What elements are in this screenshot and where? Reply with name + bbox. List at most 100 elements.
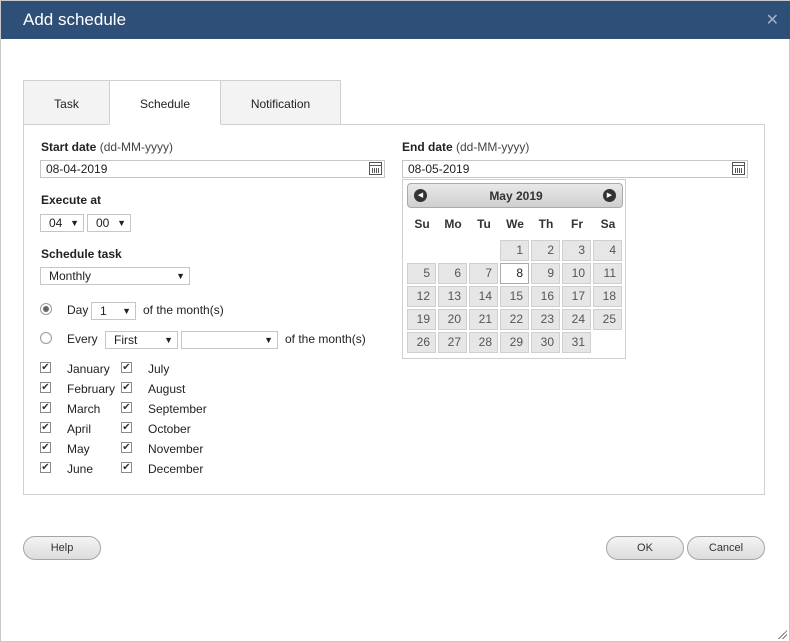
calendar-day[interactable]: 15: [500, 286, 529, 307]
month-checkbox-april[interactable]: [40, 422, 51, 433]
calendar-day[interactable]: 30: [531, 332, 560, 353]
start-date-field[interactable]: 08-04-2019: [40, 160, 385, 178]
calendar-day[interactable]: 26: [407, 332, 436, 353]
calendar-day[interactable]: 6: [438, 263, 467, 284]
tab-task[interactable]: Task: [23, 80, 110, 125]
day-of-month-suffix: of the month(s): [143, 303, 224, 317]
month-checkbox-may[interactable]: [40, 442, 51, 453]
ok-button[interactable]: OK: [606, 536, 684, 560]
execute-at-label: Execute at: [41, 193, 101, 207]
end-date-label: End date (dd-MM-yyyy): [402, 140, 529, 154]
calendar-day[interactable]: 7: [469, 263, 498, 284]
month-label-september: September: [148, 402, 207, 416]
calendar-day[interactable]: 3: [562, 240, 591, 261]
calendar-day[interactable]: 25: [593, 309, 622, 330]
chevron-down-icon: ▼: [176, 271, 185, 281]
month-label-march: March: [67, 402, 101, 416]
calendar-day[interactable]: 5: [407, 263, 436, 284]
weekday-header: Tu: [477, 217, 491, 231]
month-checkbox-july[interactable]: [121, 362, 132, 373]
hour-select[interactable]: 04 ▼: [40, 214, 84, 232]
date-picker-popup: May 2019 ◀ ▶ Su Mo Tu We Th Fr Sa 1 2 3 4 5 6 7 8 9 10 11…: [402, 179, 626, 359]
chevron-down-icon: ▼: [70, 218, 79, 228]
calendar-day[interactable]: 23: [531, 309, 560, 330]
every-radio[interactable]: [40, 332, 52, 344]
help-button[interactable]: Help: [23, 536, 101, 560]
calendar-day[interactable]: 4: [593, 240, 622, 261]
month-label-january: January: [67, 362, 110, 376]
tab-schedule[interactable]: Schedule: [109, 80, 221, 125]
day-of-month-select[interactable]: 1 ▼: [91, 302, 136, 320]
schedule-task-value: Monthly: [49, 269, 92, 283]
month-checkbox-december[interactable]: [121, 462, 132, 473]
calendar-day[interactable]: 18: [593, 286, 622, 307]
month-label-august: August: [148, 382, 186, 396]
calendar-day[interactable]: 31: [562, 332, 591, 353]
start-date-value: 08-04-2019: [46, 162, 108, 176]
calendar-day[interactable]: 11: [593, 263, 622, 284]
month-label-february: February: [67, 382, 116, 396]
resize-grip-icon[interactable]: [777, 629, 787, 639]
month-checkbox-october[interactable]: [121, 422, 132, 433]
schedule-task-label-text: Schedule task: [41, 247, 122, 261]
calendar-day[interactable]: 13: [438, 286, 467, 307]
tab-notification[interactable]: Notification: [220, 80, 341, 125]
calendar-day[interactable]: 12: [407, 286, 436, 307]
month-checkbox-august[interactable]: [121, 382, 132, 393]
chevron-down-icon: ▼: [264, 335, 273, 345]
end-date-format-hint: (dd-MM-yyyy): [456, 140, 530, 154]
every-radio-label: Every: [67, 332, 98, 346]
every-suffix: of the month(s): [285, 332, 366, 346]
calendar-day[interactable]: 10: [562, 263, 591, 284]
day-radio[interactable]: [40, 303, 52, 315]
ordinal-select[interactable]: First ▼: [105, 331, 178, 349]
calendar-day-selected[interactable]: 8: [500, 263, 529, 284]
minute-value: 00: [96, 216, 110, 230]
weekday-header: Sa: [600, 217, 616, 231]
calendar-day[interactable]: 27: [438, 332, 467, 353]
start-date-label: Start date (dd-MM-yyyy): [41, 140, 173, 154]
month-label-october: October: [148, 422, 191, 436]
minute-select[interactable]: 00 ▼: [87, 214, 131, 232]
weekday-select[interactable]: ▼: [181, 331, 278, 349]
calendar-day[interactable]: 28: [469, 332, 498, 353]
calendar-day[interactable]: 1: [500, 240, 529, 261]
chevron-left-icon[interactable]: ◀: [414, 189, 427, 202]
month-label-april: April: [67, 422, 92, 436]
weekday-header: Th: [538, 217, 554, 231]
schedule-task-select[interactable]: Monthly ▼: [40, 267, 190, 285]
calendar-day[interactable]: 14: [469, 286, 498, 307]
hour-value: 04: [49, 216, 63, 230]
calendar-icon[interactable]: [732, 162, 745, 175]
calendar-day[interactable]: 24: [562, 309, 591, 330]
month-checkbox-february[interactable]: [40, 382, 51, 393]
calendar-day[interactable]: 20: [438, 309, 467, 330]
cancel-button[interactable]: Cancel: [687, 536, 765, 560]
chevron-right-icon[interactable]: ▶: [603, 189, 616, 202]
month-checkbox-january[interactable]: [40, 362, 51, 373]
month-checkbox-september[interactable]: [121, 402, 132, 413]
add-schedule-dialog: Add schedule ✕ Task Schedule Notificatio…: [0, 0, 790, 642]
month-label-november: November: [148, 442, 204, 456]
month-checkbox-november[interactable]: [121, 442, 132, 453]
calendar-day[interactable]: 16: [531, 286, 560, 307]
month-label-december: December: [148, 462, 204, 476]
start-date-format-hint: (dd-MM-yyyy): [99, 140, 174, 154]
end-date-field[interactable]: 08-05-2019: [402, 160, 748, 178]
month-checkbox-june[interactable]: [40, 462, 51, 473]
calendar-day[interactable]: 2: [531, 240, 560, 261]
calendar-icon[interactable]: [369, 162, 382, 175]
chevron-down-icon: ▼: [122, 306, 131, 316]
start-date-label-text: Start date: [41, 140, 97, 154]
month-label-may: May: [67, 442, 90, 456]
month-checkbox-march[interactable]: [40, 402, 51, 413]
chevron-down-icon: ▼: [117, 218, 126, 228]
close-icon[interactable]: ✕: [766, 10, 779, 30]
calendar-day[interactable]: 9: [531, 263, 560, 284]
calendar-day[interactable]: 17: [562, 286, 591, 307]
calendar-day[interactable]: 19: [407, 309, 436, 330]
calendar-day[interactable]: 29: [500, 332, 529, 353]
calendar-day[interactable]: 22: [500, 309, 529, 330]
end-date-label-text: End date: [402, 140, 453, 154]
calendar-day[interactable]: 21: [469, 309, 498, 330]
